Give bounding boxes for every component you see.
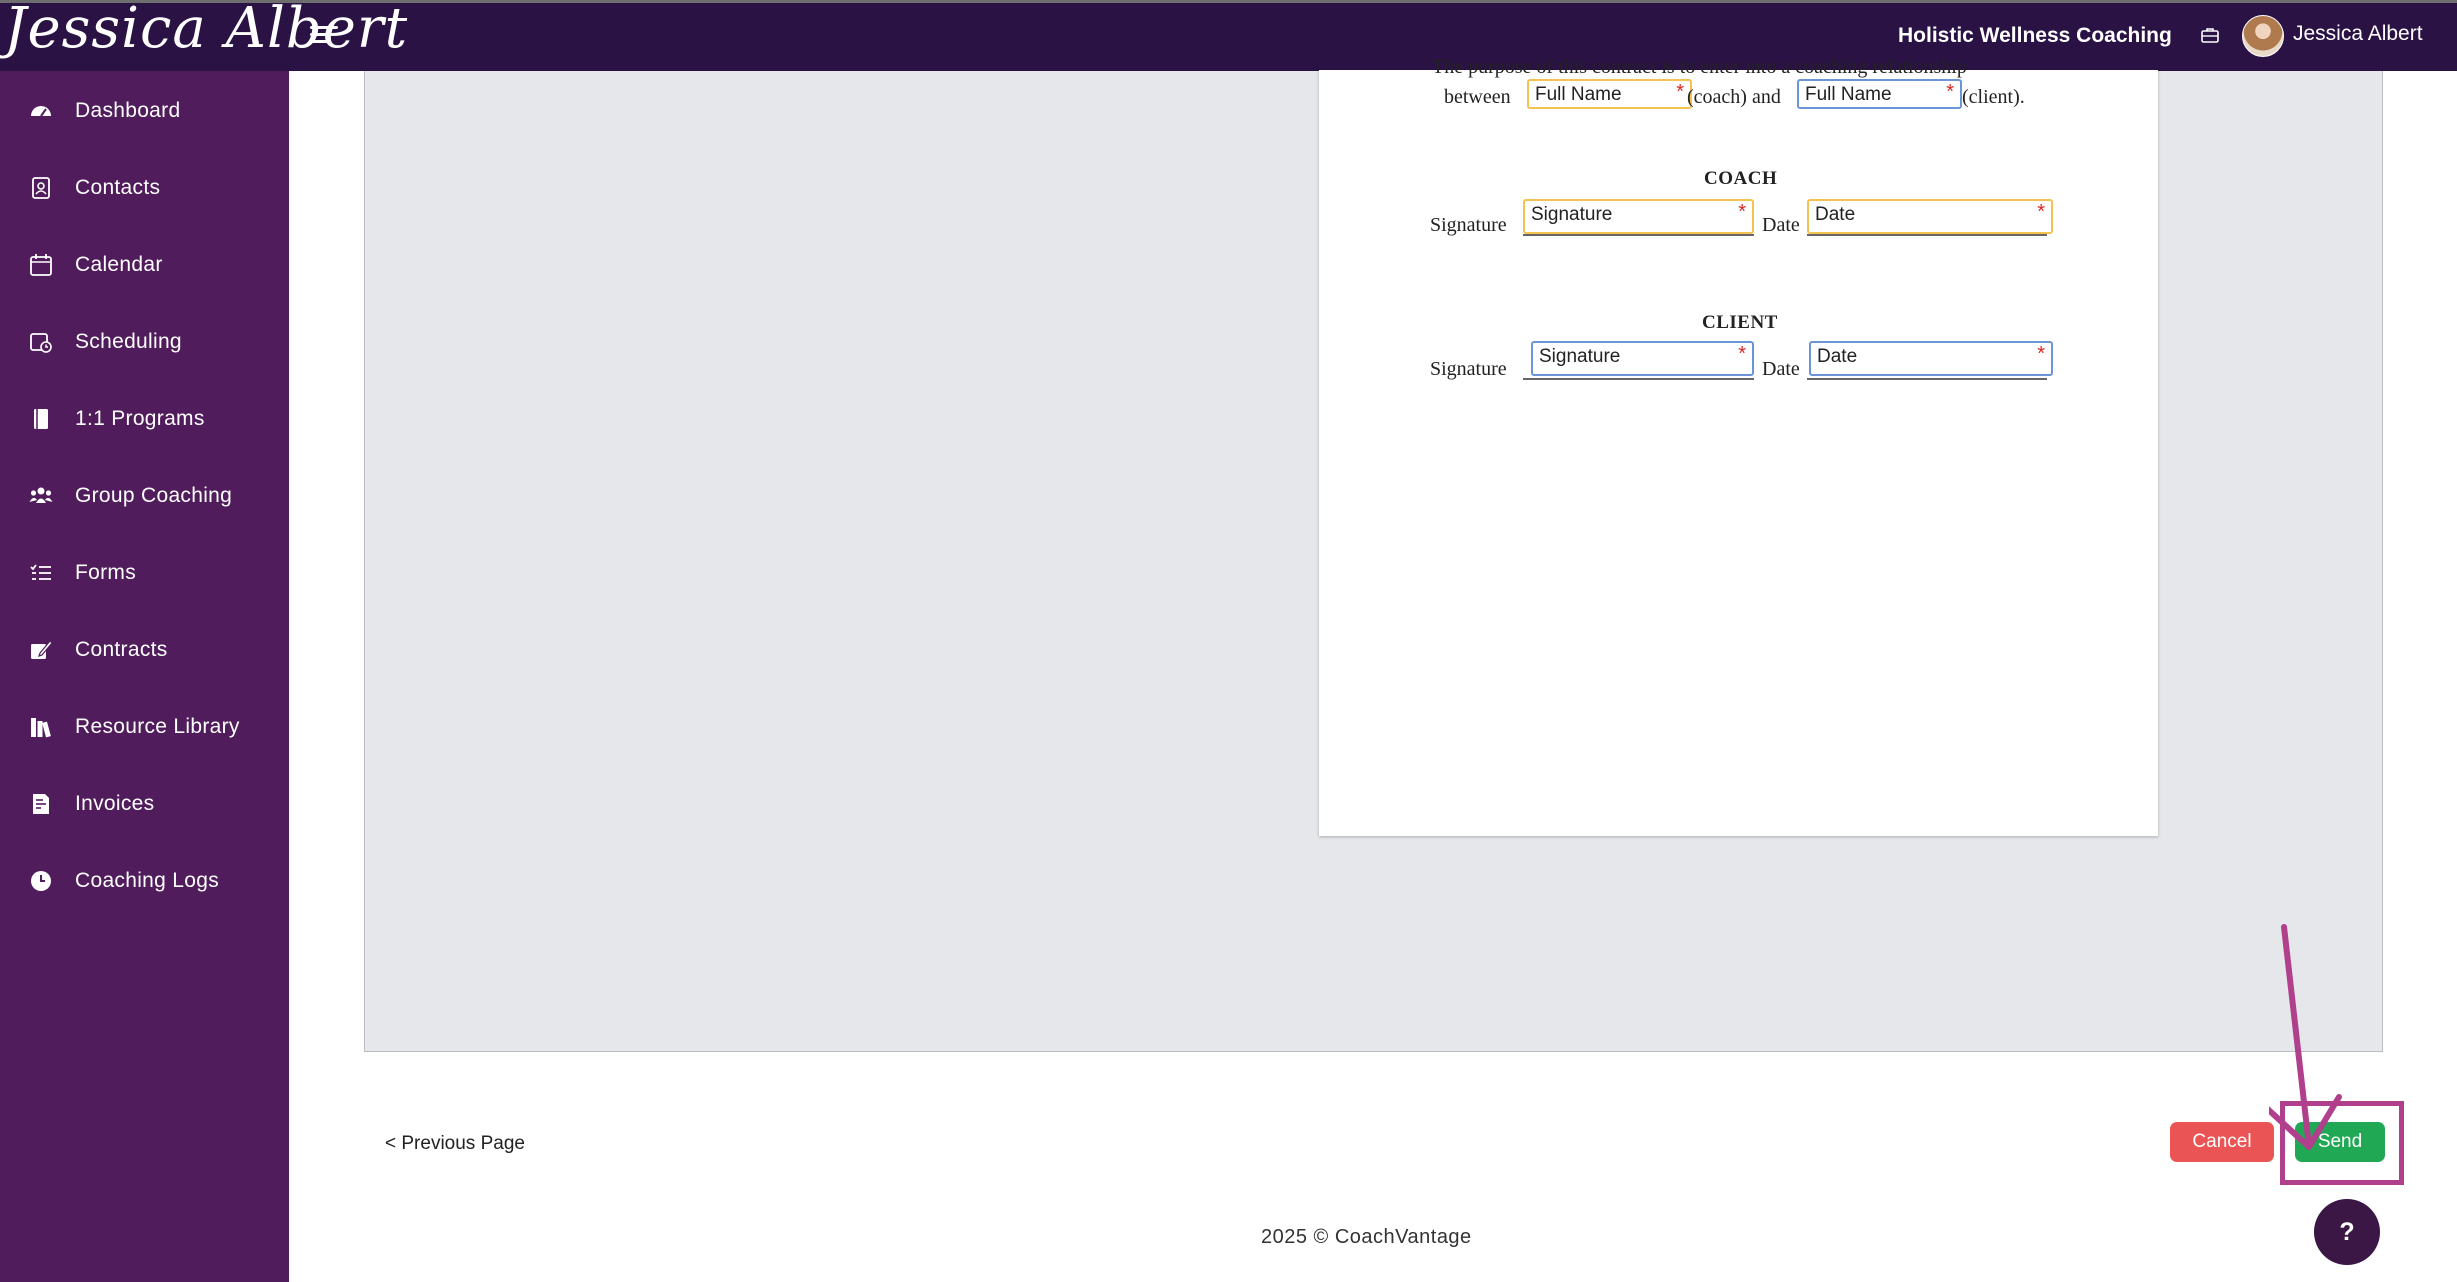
coach-signature-field[interactable]: Signature *	[1523, 199, 1754, 234]
sidebar-item-coaching-logs[interactable]: Coaching Logs	[0, 851, 289, 911]
briefcase-icon[interactable]	[2200, 25, 2220, 45]
sidebar-item-label: Coaching Logs	[75, 869, 219, 892]
document-viewer[interactable]: The purpose of this contract is to enter…	[364, 56, 2383, 1052]
field-placeholder: Date	[1817, 346, 1858, 367]
coach-suffix-text: (coach) and	[1687, 86, 1781, 108]
client-date-field[interactable]: Date *	[1809, 341, 2053, 376]
user-name[interactable]: Jessica Albert	[2293, 22, 2423, 46]
help-button[interactable]: ?	[2314, 1199, 2380, 1265]
field-placeholder: Date	[1815, 204, 1856, 225]
field-placeholder: Signature	[1539, 346, 1621, 367]
sidebar-item-dashboard[interactable]: Dashboard	[0, 81, 289, 141]
client-heading: CLIENT	[1702, 312, 1778, 333]
contacts-icon	[32, 177, 50, 199]
contract-page: The purpose of this contract is to enter…	[1319, 56, 2158, 836]
avatar[interactable]	[2242, 15, 2284, 57]
clock-icon	[31, 871, 51, 891]
sidebar-item-label: Contacts	[75, 176, 161, 199]
coach-signature-label: Signature	[1430, 214, 1507, 236]
sidebar-item-resource-library[interactable]: Resource Library	[0, 697, 289, 757]
client-full-name-field[interactable]: Full Name *	[1797, 79, 1962, 109]
coach-date-field[interactable]: Date *	[1807, 199, 2053, 234]
main-content: The purpose of this contract is to enter…	[289, 56, 2457, 1282]
logo[interactable]: Jessica Albert	[4, 0, 408, 61]
sidebar-item-forms[interactable]: Forms	[0, 543, 289, 603]
sidebar-item-label: 1:1 Programs	[75, 407, 205, 430]
sidebar-item-label: Resource Library	[75, 715, 240, 738]
sidebar-item-calendar[interactable]: Calendar	[0, 235, 289, 295]
sidebar-item-label: Forms	[75, 561, 136, 584]
group-icon	[29, 487, 53, 503]
required-mark: *	[1738, 343, 1746, 365]
date-line	[1807, 378, 2047, 380]
sidebar-item-label: Scheduling	[75, 330, 182, 353]
coach-date-label: Date	[1762, 214, 1800, 236]
footer-text: 2025 © CoachVantage	[1261, 1226, 1472, 1248]
book-icon	[34, 409, 48, 429]
invoice-icon	[33, 794, 49, 814]
sidebar-item-label: Invoices	[75, 792, 155, 815]
field-placeholder: Full Name	[1805, 84, 1892, 105]
sidebar-item-invoices[interactable]: Invoices	[0, 774, 289, 834]
client-signature-label: Signature	[1430, 358, 1507, 380]
signature-line	[1523, 378, 1754, 380]
required-mark: *	[2037, 201, 2045, 223]
sidebar-item-contacts[interactable]: Contacts	[0, 158, 289, 218]
scheduling-icon	[30, 333, 52, 353]
sidebar-item-label: Dashboard	[75, 99, 181, 122]
client-suffix-text: (client).	[1962, 86, 2025, 108]
sidebar-item-scheduling[interactable]: Scheduling	[0, 312, 289, 372]
coach-full-name-field[interactable]: Full Name *	[1527, 79, 1692, 109]
signature-line	[1523, 234, 1754, 236]
library-icon	[31, 718, 51, 738]
sidebar: Dashboard Contacts Calendar Scheduling 1…	[0, 71, 289, 1282]
coach-heading: COACH	[1704, 168, 1778, 189]
between-text: between	[1444, 86, 1511, 108]
sidebar-item-label: Calendar	[75, 253, 163, 276]
checklist-icon	[30, 564, 51, 580]
sidebar-item-contracts[interactable]: Contracts	[0, 620, 289, 680]
business-name[interactable]: Holistic Wellness Coaching	[1898, 24, 2172, 48]
top-bar: Jessica Albert Holistic Wellness Coachin…	[0, 0, 2457, 71]
annotation-arrow-icon	[2269, 924, 2342, 1150]
date-line	[1807, 234, 2047, 236]
client-signature-field[interactable]: Signature *	[1531, 341, 1754, 376]
calendar-icon	[30, 254, 52, 276]
required-mark: *	[2037, 343, 2045, 365]
sidebar-item-group-coaching[interactable]: Group Coaching	[0, 466, 289, 526]
menu-toggle-icon[interactable]	[310, 22, 338, 50]
sidebar-item-label: Contracts	[75, 638, 168, 661]
dashboard-icon	[31, 106, 51, 117]
previous-page-link[interactable]: < Previous Page	[385, 1133, 525, 1155]
required-mark: *	[1676, 81, 1684, 103]
client-date-label: Date	[1762, 358, 1800, 380]
sidebar-item-programs[interactable]: 1:1 Programs	[0, 389, 289, 449]
required-mark: *	[1738, 201, 1746, 223]
field-placeholder: Full Name	[1535, 84, 1622, 105]
contract-purpose-text: The purpose of this contract is to enter…	[1432, 56, 1967, 78]
field-placeholder: Signature	[1531, 204, 1613, 225]
edit-icon	[31, 640, 53, 659]
cancel-button[interactable]: Cancel	[2170, 1122, 2274, 1162]
required-mark: *	[1946, 81, 1954, 103]
sidebar-item-label: Group Coaching	[75, 484, 233, 507]
